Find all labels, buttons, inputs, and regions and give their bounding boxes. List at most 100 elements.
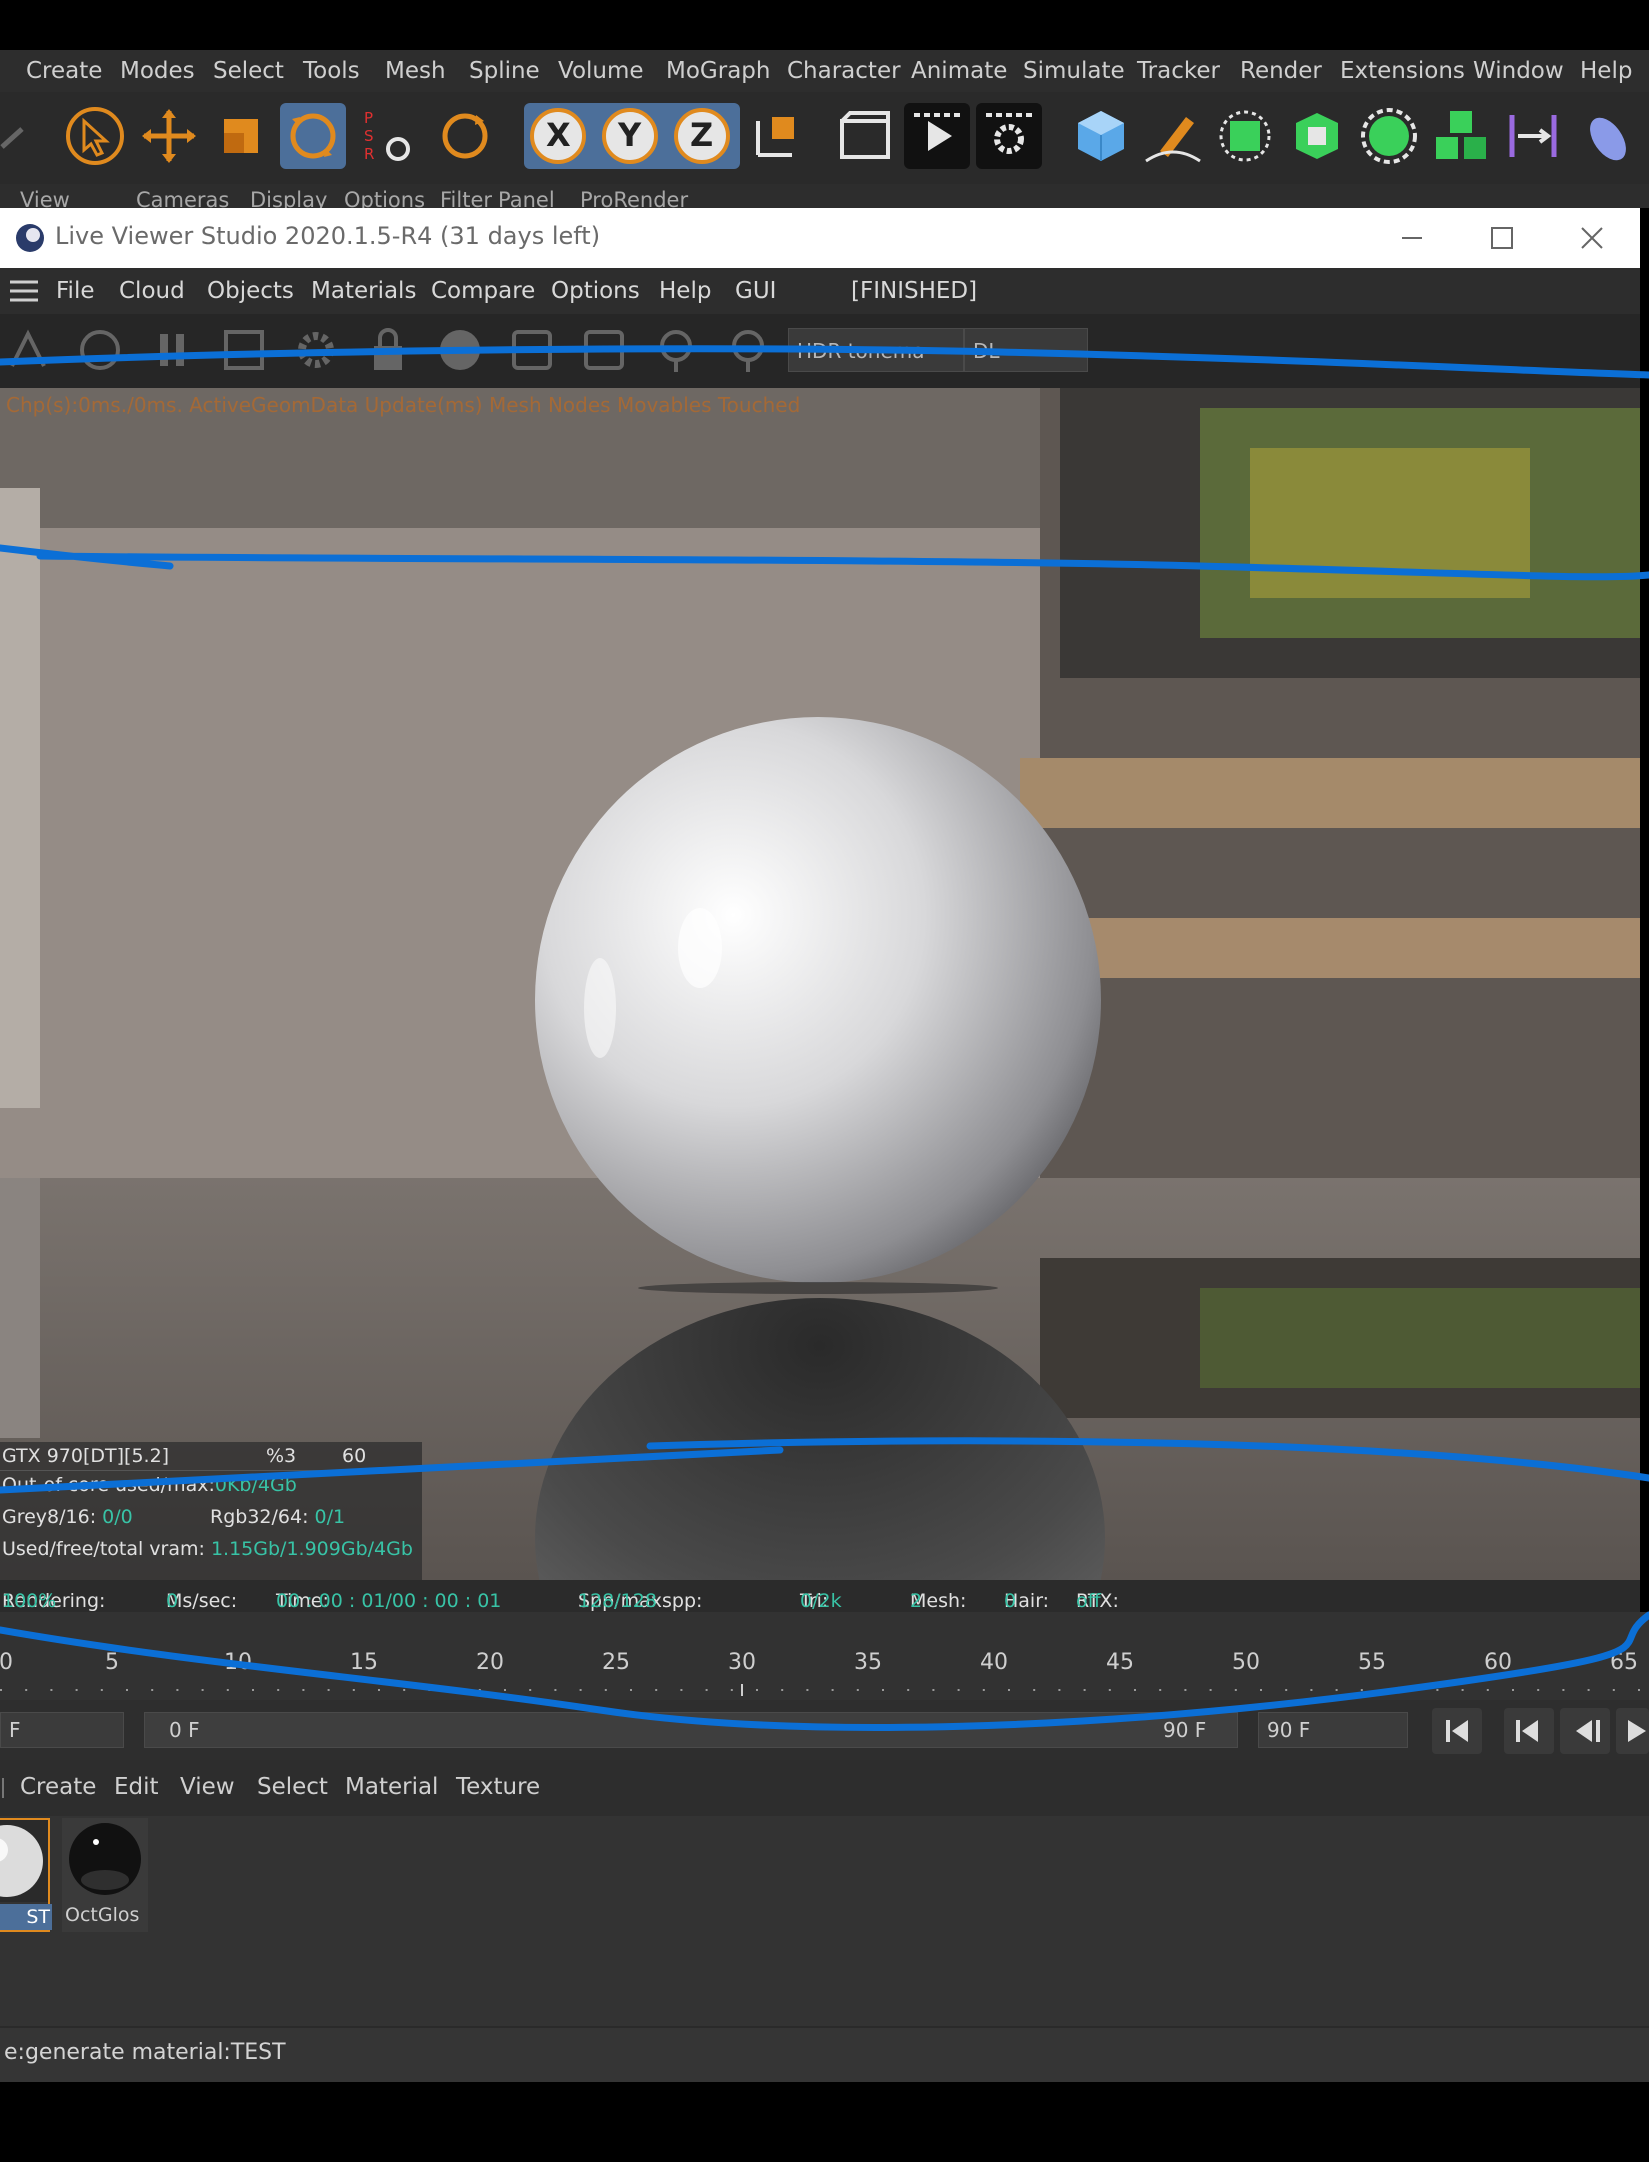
menu-render[interactable]: Render <box>1240 58 1322 84</box>
minimize-button[interactable] <box>1372 208 1452 268</box>
tonemap-select-value: HDR tonema <box>797 339 925 363</box>
kernel-select[interactable]: DL <box>964 328 1088 372</box>
go-to-start-button[interactable] <box>1432 1708 1482 1754</box>
menu-tools[interactable]: Tools <box>303 58 360 84</box>
extrude-icon[interactable] <box>1284 103 1350 169</box>
move-icon[interactable] <box>136 103 202 169</box>
cube-icon[interactable] <box>1068 103 1134 169</box>
menu-simulate[interactable]: Simulate <box>1023 58 1125 84</box>
restart-render-icon[interactable] <box>76 326 124 374</box>
range-end-value: 90 F <box>1163 1718 1207 1742</box>
material-swatch-octglossy[interactable]: OctGlos <box>62 1818 148 1932</box>
lv-menu-objects[interactable]: Objects <box>207 278 294 304</box>
region-render-icon[interactable] <box>220 326 268 374</box>
view-menu-panel[interactable]: Panel <box>498 188 555 208</box>
snapshot-icon[interactable] <box>580 326 628 374</box>
lv-menu-options[interactable]: Options <box>551 278 640 304</box>
pick-focus-icon[interactable] <box>652 326 700 374</box>
mat-menu-edit[interactable]: Edit <box>114 1774 159 1800</box>
camera-light-icon[interactable] <box>1572 103 1638 169</box>
view-menu-prorender[interactable]: ProRender <box>580 188 688 208</box>
menu-spline[interactable]: Spline <box>469 58 540 84</box>
view-menu-options[interactable]: Options <box>344 188 425 208</box>
menu-animate[interactable]: Animate <box>911 58 1007 84</box>
render-viewport[interactable]: Chp(s):0ms./0ms. ActiveGeomData Update(m… <box>0 388 1640 1580</box>
menu-extensions[interactable]: Extensions <box>1340 58 1465 84</box>
scale-icon[interactable] <box>208 103 274 169</box>
coordinate-system-icon[interactable] <box>744 103 810 169</box>
out-of-core-row: Out-of-core used/max:0Kb/4Gb <box>2 1474 297 1496</box>
lv-menu-cloud[interactable]: Cloud <box>119 278 185 304</box>
mssec-value: 0 <box>166 1590 179 1612</box>
render-view-icon[interactable] <box>832 103 898 169</box>
z-axis-lock-icon[interactable]: Z <box>690 116 713 154</box>
view-menu-cameras[interactable]: Cameras <box>136 188 229 208</box>
view-menu-display[interactable]: Display <box>250 188 327 208</box>
preview-range-slider[interactable]: 0 F 90 F <box>144 1712 1238 1748</box>
mat-menu-view[interactable]: View <box>180 1774 235 1800</box>
menu-help[interactable]: Help <box>1580 58 1632 84</box>
tonemap-select[interactable]: HDR tonema <box>788 328 964 372</box>
render-picture-viewer-icon[interactable] <box>904 103 970 169</box>
lv-menu-file[interactable]: File <box>56 278 95 304</box>
send-scene-icon[interactable] <box>4 326 52 374</box>
menu-modes[interactable]: Modes <box>120 58 195 84</box>
mograph-cubes-icon[interactable] <box>1428 103 1494 169</box>
settings-gear-icon[interactable] <box>292 326 340 374</box>
rgb-value: 0/1 <box>314 1506 346 1528</box>
pick-material-icon[interactable] <box>724 326 772 374</box>
menu-create[interactable]: Create <box>26 58 102 84</box>
menu-mesh[interactable]: Mesh <box>385 58 446 84</box>
pen-icon[interactable] <box>1140 103 1206 169</box>
grey-value: 0/0 <box>102 1506 133 1528</box>
pause-render-icon[interactable] <box>148 326 196 374</box>
play-button[interactable] <box>1616 1708 1649 1754</box>
mat-menu-texture[interactable]: Texture <box>456 1774 540 1800</box>
gpu-row: GTX 970[DT][5.2] %3 60 <box>0 1442 422 1471</box>
view-menu-filter[interactable]: Filter <box>440 188 492 208</box>
previous-key-button[interactable] <box>1504 1708 1554 1754</box>
cloner-icon[interactable] <box>1356 103 1422 169</box>
view-menu-view[interactable]: View <box>20 188 70 208</box>
lv-menu-materials[interactable]: Materials <box>311 278 416 304</box>
rotate-recent-icon[interactable] <box>432 103 498 169</box>
panel-grip[interactable] <box>2 1778 4 1798</box>
end-frame-field[interactable]: 90 F <box>1258 1712 1408 1748</box>
rotate-icon[interactable] <box>280 103 346 169</box>
timeline-tick: 0 <box>0 1650 13 1675</box>
tri-value: 0/2k <box>800 1590 842 1612</box>
clay-mode-icon[interactable] <box>508 326 556 374</box>
material-swatch-test[interactable]: ST <box>0 1818 52 1932</box>
start-frame-field[interactable]: F <box>0 1712 124 1748</box>
mat-menu-material[interactable]: Material <box>345 1774 438 1800</box>
lv-menu-compare[interactable]: Compare <box>431 278 535 304</box>
timeline-ruler[interactable]: 0 5 10 15 20 25 30 35 40 45 50 55 60 65 <box>0 1612 1649 1700</box>
render-settings-icon[interactable] <box>976 103 1042 169</box>
mat-menu-create[interactable]: Create <box>20 1774 96 1800</box>
menu-character[interactable]: Character <box>787 58 901 84</box>
menu-select[interactable]: Select <box>213 58 284 84</box>
y-axis-lock-icon[interactable]: Y <box>618 116 641 154</box>
c4d-toolbar: P S R X Y Z <box>0 92 1649 184</box>
bend-deformer-icon[interactable] <box>1500 103 1566 169</box>
menu-volume[interactable]: Volume <box>558 58 644 84</box>
select-cursor-icon[interactable] <box>62 103 128 169</box>
material-preview-icon[interactable] <box>436 326 484 374</box>
psr-reset-icon[interactable]: P S R <box>356 103 422 169</box>
close-button[interactable] <box>1552 208 1632 268</box>
lv-menu-help[interactable]: Help <box>659 278 711 304</box>
lock-icon[interactable] <box>364 326 412 374</box>
x-axis-lock-icon[interactable]: X <box>546 116 571 154</box>
subdivision-surface-icon[interactable] <box>1212 103 1278 169</box>
menu-tracker[interactable]: Tracker <box>1137 58 1220 84</box>
live-viewer-titlebar[interactable]: Live Viewer Studio 2020.1.5-R4 (31 days … <box>0 208 1640 268</box>
undo-icon[interactable] <box>0 103 30 169</box>
maximize-button[interactable] <box>1462 208 1542 268</box>
gpu-name: GTX 970[DT][5.2] <box>2 1445 170 1467</box>
hamburger-menu-icon[interactable] <box>10 280 38 306</box>
previous-frame-button[interactable] <box>1560 1708 1610 1754</box>
lv-menu-gui[interactable]: GUI <box>735 278 776 304</box>
menu-window[interactable]: Window <box>1473 58 1564 84</box>
mat-menu-select[interactable]: Select <box>257 1774 328 1800</box>
menu-mograph[interactable]: MoGraph <box>666 58 770 84</box>
